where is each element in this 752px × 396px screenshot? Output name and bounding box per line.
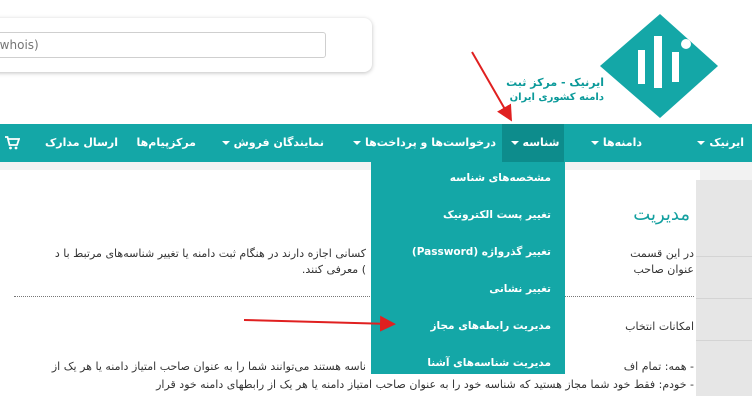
- cart-icon[interactable]: [4, 136, 20, 150]
- chevron-down-icon: [352, 141, 361, 145]
- handle-dropdown-menu: مشخصه‌های شناسه تغییر پست الکترونیک تغیی…: [371, 162, 565, 374]
- nav-item-requests[interactable]: درخواست‌ها و پرداخت‌ها: [349, 124, 496, 162]
- chevron-down-icon: [697, 141, 706, 145]
- menu-item-change-address[interactable]: تغییر نشانی: [489, 283, 551, 295]
- nav-item-label: ارسال مدارک: [45, 136, 118, 149]
- search-input[interactable]: [0, 32, 326, 58]
- option-all-right: - همه: تمام اف: [623, 360, 694, 373]
- nav-item-irnic[interactable]: ایرنیک: [693, 124, 744, 162]
- header: ایرنیک - مرکز ثبت دامنه کشوری ایران: [0, 0, 752, 124]
- chevron-down-icon: [590, 141, 599, 145]
- menu-item-manage-known-handles[interactable]: مدیریت شناسه‌های آشنا: [427, 357, 551, 369]
- intro-text-right-2: عنوان صاحب: [633, 263, 695, 276]
- section-title: امکانات انتخاب: [625, 320, 694, 333]
- nav-item-label: مرکزپیام‌ها: [136, 136, 196, 149]
- menu-item-change-email[interactable]: تغییر پست الکترونیک: [443, 209, 551, 221]
- nav-item-message-center[interactable]: مرکزپیام‌ها: [137, 124, 196, 162]
- irnic-logo-icon: [600, 14, 718, 118]
- intro-text-right: در این قسمت: [630, 247, 694, 260]
- nav-item-resellers[interactable]: نمایندگان فروش: [218, 124, 324, 162]
- chevron-down-icon: [510, 141, 519, 145]
- option-self: - خودم: فقط خود شما مجاز هستید که شناسه …: [156, 378, 694, 391]
- sidebar: [696, 180, 752, 396]
- nav-item-label: ایرنیک: [709, 136, 744, 149]
- search-panel: [0, 18, 372, 72]
- chevron-down-icon: [221, 141, 230, 145]
- page-title: مدیریت: [633, 204, 690, 225]
- nav-item-label: دامنه‌ها: [602, 136, 642, 149]
- option-all-left: ناسه هستند می‌توانند شما را به عنوان صاح…: [51, 360, 366, 373]
- nav-item-handle[interactable]: شناسه: [502, 124, 564, 162]
- divider: [696, 256, 752, 257]
- menu-item-change-password[interactable]: تغییر گذرواژه (Password): [412, 246, 551, 258]
- divider: [14, 296, 694, 297]
- logo-subtitle: دامنه کشوری ایران: [509, 92, 604, 103]
- intro-text-left: کسانی اجازه دارند در هنگام ثبت دامنه یا …: [54, 247, 366, 260]
- logo-title: ایرنیک - مرکز ثبت: [506, 76, 604, 89]
- divider: [696, 298, 752, 299]
- intro-text-left-2: ) معرفی کنند.: [301, 263, 366, 276]
- nav-item-label: شناسه: [522, 136, 560, 149]
- nav-item-label: نمایندگان فروش: [233, 136, 324, 149]
- menu-item-handle-info[interactable]: مشخصه‌های شناسه: [450, 172, 551, 184]
- main-nav: ایرنیک دامنه‌ها شناسه درخواست‌ها و پرداخ…: [0, 124, 752, 162]
- nav-item-label: درخواست‌ها و پرداخت‌ها: [364, 136, 496, 149]
- nav-item-send-documents[interactable]: ارسال مدارک: [45, 124, 118, 162]
- divider: [696, 340, 752, 341]
- menu-item-manage-authorized-contacts[interactable]: مدیریت رابطه‌های مجاز: [431, 320, 552, 332]
- nav-item-domains[interactable]: دامنه‌ها: [587, 124, 642, 162]
